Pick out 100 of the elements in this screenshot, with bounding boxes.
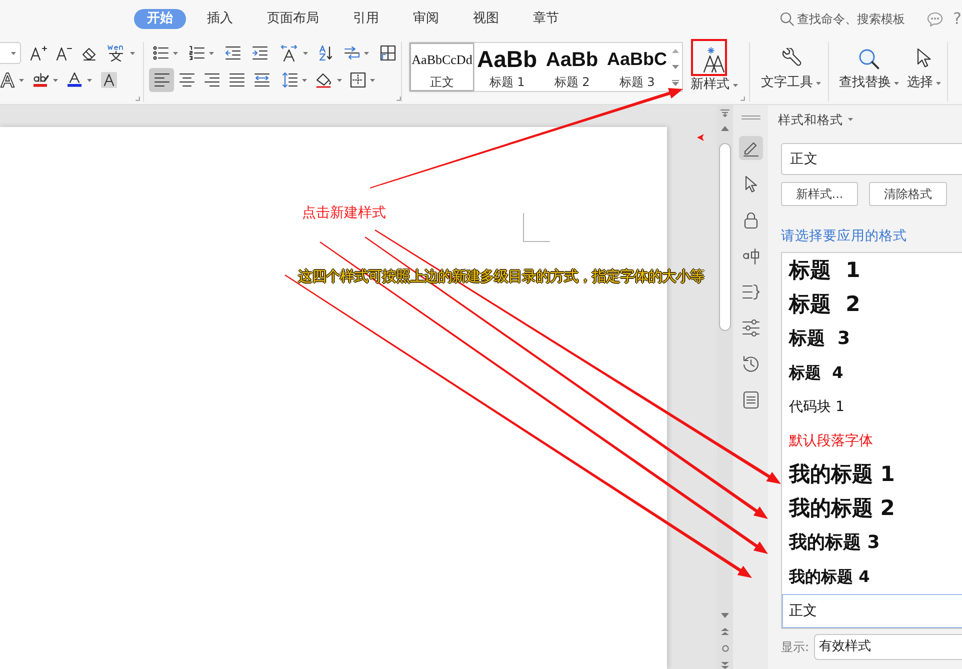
style-list-item[interactable]: 默认段落字体 [782, 424, 962, 458]
char-shading-icon[interactable] [101, 72, 117, 88]
caret-icon[interactable] [337, 78, 342, 82]
caret-icon[interactable] [87, 78, 92, 82]
numbered-list-icon[interactable] [189, 45, 205, 61]
style-list-item[interactable]: 标题 1 [782, 254, 962, 288]
grow-font-icon[interactable] [30, 45, 47, 61]
align-left-icon [154, 72, 170, 88]
shrink-font-icon[interactable] [56, 45, 72, 61]
caret-icon[interactable] [173, 52, 178, 54]
caret-icon[interactable] [303, 52, 308, 54]
ruler-toggle-icon[interactable] [720, 109, 730, 117]
sort-icon[interactable] [319, 45, 333, 61]
panel-title-menu[interactable]: 样式和格式 [778, 105, 853, 134]
text-effect-icon[interactable] [0, 72, 15, 88]
bullet-list-icon[interactable] [153, 45, 169, 61]
show-label: 显示: [781, 640, 810, 654]
highlight-icon[interactable] [33, 72, 49, 88]
style-list-item[interactable]: 我的标题 3 [782, 526, 962, 560]
caret-icon[interactable] [53, 78, 58, 82]
arrowhead-icon [697, 134, 704, 141]
gallery-down-icon[interactable] [672, 64, 679, 68]
text-tools-button[interactable]: 文字工具 [758, 42, 824, 94]
caret-icon[interactable] [209, 52, 214, 54]
sliders-icon [742, 319, 760, 337]
line-spacing-icon[interactable] [282, 72, 298, 88]
caret-icon [894, 82, 899, 84]
previous-page-icon[interactable] [721, 628, 729, 635]
paragraph-spacing-icon[interactable] [344, 45, 360, 61]
caret-icon[interactable] [19, 78, 24, 82]
style-list-item[interactable]: 代码块 1 [782, 390, 962, 424]
style-list-item[interactable]: 标题 3 [782, 322, 962, 356]
caret-icon [11, 52, 16, 54]
font-color-icon[interactable] [67, 72, 83, 88]
style-prompt-text: 请选择要应用的格式 [781, 228, 908, 245]
scroll-up-icon[interactable] [721, 126, 729, 131]
clear-format-button[interactable]: 清除格式 [869, 182, 947, 206]
find-replace-button[interactable]: 查找替换 [837, 42, 901, 94]
caret-icon [936, 82, 941, 84]
paint-bucket-icon[interactable] [315, 72, 333, 88]
scroll-down-icon[interactable] [721, 613, 729, 618]
ribbon-tab[interactable]: 插入 [194, 9, 246, 29]
select-button[interactable]: 选择 [905, 42, 943, 94]
style-name-field[interactable]: 正文 [781, 143, 962, 175]
increase-indent-icon[interactable] [252, 45, 268, 61]
caret-icon [816, 82, 821, 84]
style-tool-button[interactable] [738, 136, 762, 160]
dialog-launcher-icon[interactable] [396, 96, 401, 101]
style-list-item[interactable]: 我的标题 4 [782, 560, 962, 594]
caret-icon[interactable] [364, 52, 369, 54]
font-size-field[interactable] [0, 42, 21, 64]
style-list-item[interactable]: 正文 [782, 594, 962, 628]
annotation-text: 点击新建样式 [302, 205, 386, 222]
dialog-launcher-icon[interactable] [135, 96, 140, 101]
text-direction-icon[interactable] [279, 44, 299, 62]
cursor-icon [916, 48, 932, 69]
new-style-button[interactable]: 新样式 [689, 42, 739, 94]
search-field[interactable]: 查找命令、搜索模板 [797, 10, 911, 28]
letters-icon [742, 247, 760, 265]
history-icon [742, 355, 760, 373]
style-gallery-item[interactable]: AaBbCcDd 正文 [410, 43, 474, 91]
margin-corner-mark [523, 213, 550, 242]
document-icon [742, 391, 760, 409]
caret-icon[interactable] [370, 78, 375, 82]
dialog-launcher-icon[interactable] [740, 96, 745, 101]
new-style-icon [702, 46, 726, 74]
phonetic-guide-icon[interactable] [106, 44, 126, 62]
align-left-button[interactable] [149, 68, 174, 92]
style-list-item[interactable]: 标题 2 [782, 288, 962, 322]
next-page-icon[interactable] [721, 662, 729, 669]
decrease-indent-icon[interactable] [225, 45, 241, 61]
new-style-button[interactable]: 新样式... [781, 182, 858, 206]
align-center-icon [178, 72, 194, 88]
gallery-more-icon[interactable] [672, 80, 679, 86]
style-list-item[interactable]: 标题 4 [782, 356, 962, 390]
distribute-icon [254, 72, 270, 88]
align-right-icon [204, 72, 220, 88]
caret-icon [848, 118, 853, 121]
show-dropdown[interactable]: 有效样式 [814, 634, 962, 660]
chat-icon[interactable] [927, 12, 943, 26]
ribbon-tab[interactable]: 引用 [340, 9, 392, 29]
caret-icon [732, 84, 738, 86]
browse-object-icon[interactable] [722, 645, 728, 652]
style-list-item[interactable]: 我的标题 2 [782, 492, 962, 526]
caret-icon[interactable] [130, 52, 135, 54]
drag-handle-icon[interactable] [740, 115, 760, 120]
highlight-rectangle [691, 39, 727, 76]
ribbon-tab[interactable]: 审阅 [400, 9, 452, 29]
eraser-icon[interactable] [81, 45, 97, 61]
list-brace-icon [742, 283, 760, 301]
ribbon-tab[interactable]: 章节 [520, 9, 572, 29]
table-icon[interactable] [380, 45, 396, 61]
caret-icon[interactable] [302, 78, 307, 82]
scrollbar-thumb[interactable] [719, 143, 731, 331]
search-icon[interactable] [780, 12, 794, 26]
borders-icon[interactable] [350, 72, 366, 88]
ribbon-tab[interactable]: 页面布局 [254, 9, 332, 29]
magnifier-icon [858, 48, 880, 70]
style-list-item[interactable]: 我的标题 1 [782, 458, 962, 492]
ribbon-tab[interactable]: 视图 [460, 9, 512, 29]
